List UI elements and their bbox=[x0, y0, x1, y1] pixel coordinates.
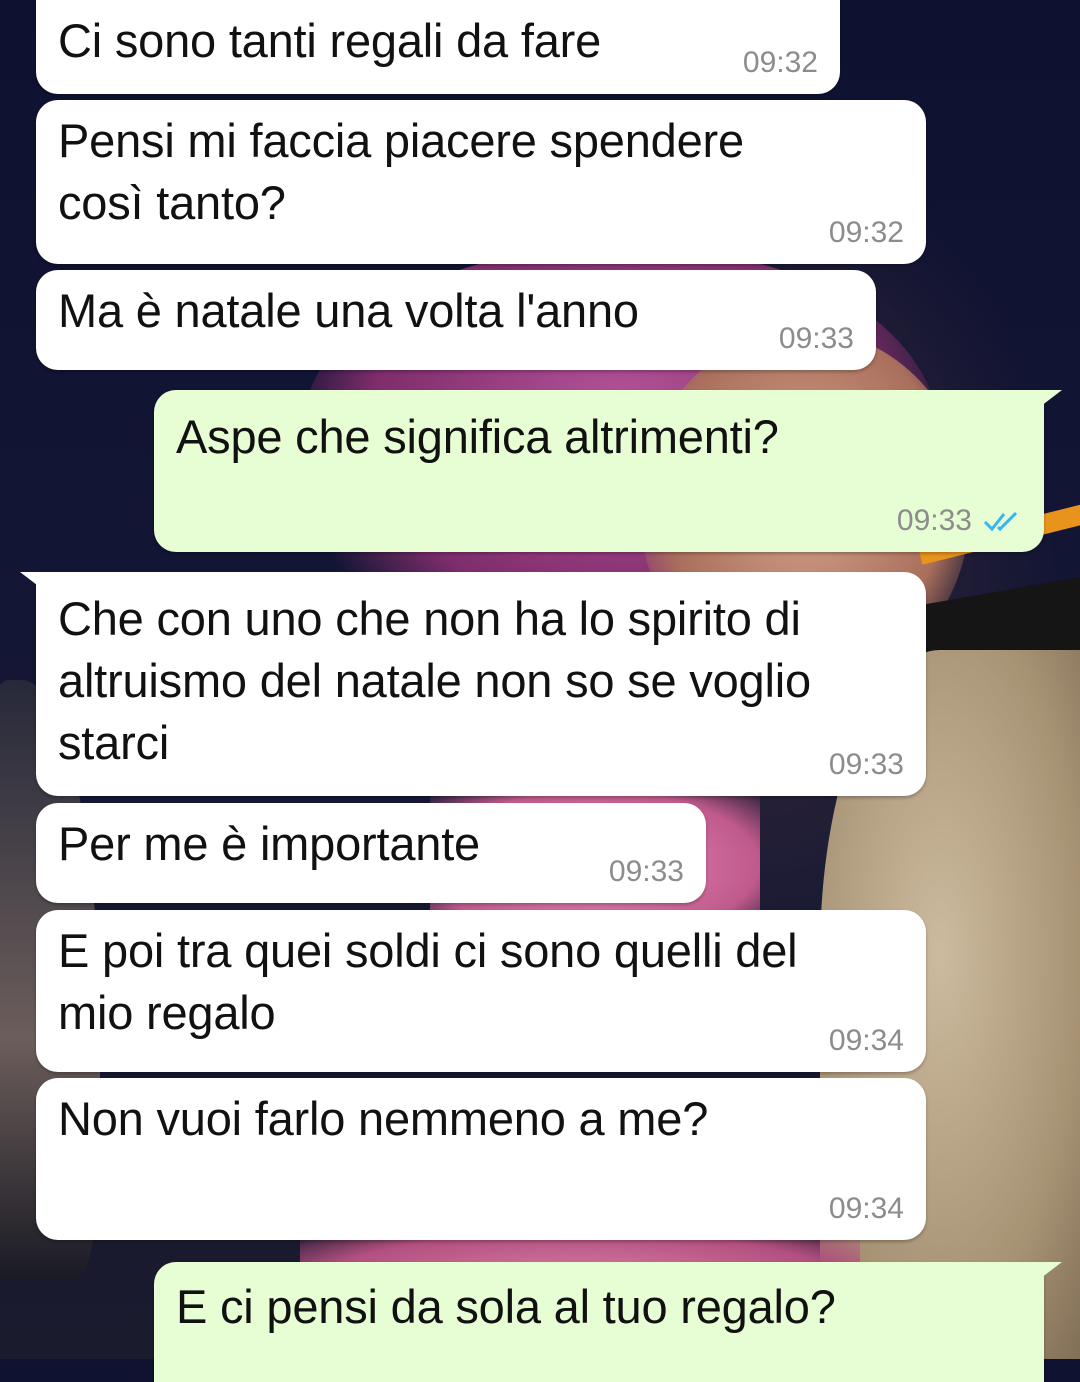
message-meta: 09:34 bbox=[829, 1024, 904, 1058]
bubble-tail bbox=[1028, 1262, 1062, 1288]
message-text: Non vuoi farlo nemmeno a me? bbox=[58, 1092, 709, 1145]
message-time: 09:32 bbox=[828, 216, 904, 249]
message-text: Ma è natale una volta l'anno bbox=[58, 284, 639, 337]
message-time: 09:34 bbox=[828, 1192, 904, 1225]
message-meta: 09:32 bbox=[743, 46, 818, 80]
message-bubble-incoming[interactable]: Ci sono tanti regali da fare 09:32 bbox=[36, 0, 840, 94]
message-meta: 09:34 bbox=[829, 1192, 904, 1226]
message-time: 09:33 bbox=[828, 748, 904, 781]
message-list[interactable]: Ci sono tanti regali da fare 09:32 Pensi… bbox=[0, 0, 1080, 1382]
bubble-tail bbox=[20, 572, 54, 598]
bubble-tail bbox=[1028, 390, 1062, 416]
message-text: Aspe che significa altrimenti? bbox=[176, 410, 779, 463]
message-bubble-incoming[interactable]: Ma è natale una volta l'anno 09:33 bbox=[36, 270, 876, 370]
message-meta: 09:33 bbox=[779, 322, 854, 356]
message-meta: 09:33 bbox=[897, 504, 1022, 538]
message-text: Per me è importante bbox=[58, 817, 480, 870]
message-time: 09:33 bbox=[778, 322, 854, 355]
message-bubble-outgoing[interactable]: Aspe che significa altrimenti? 09:33 bbox=[154, 390, 1062, 552]
message-text: Che con uno che non ha lo spirito di alt… bbox=[58, 592, 811, 769]
message-time: 09:34 bbox=[828, 1024, 904, 1057]
message-meta: 09:32 bbox=[829, 216, 904, 250]
message-meta: 09:33 bbox=[609, 855, 684, 889]
message-bubble-incoming[interactable]: E poi tra quei soldi ci sono quelli del … bbox=[36, 910, 926, 1072]
message-text: Pensi mi faccia piacere spendere così ta… bbox=[58, 114, 744, 229]
message-bubble-outgoing[interactable]: E ci pensi da sola al tuo regalo? bbox=[154, 1262, 1062, 1382]
message-bubble-incoming[interactable]: Che con uno che non ha lo spirito di alt… bbox=[20, 572, 926, 796]
message-text: Ci sono tanti regali da fare bbox=[58, 14, 602, 67]
message-bubble-incoming[interactable]: Per me è importante 09:33 bbox=[36, 803, 706, 903]
message-text: E ci pensi da sola al tuo regalo? bbox=[176, 1280, 836, 1333]
message-meta: 09:33 bbox=[829, 748, 904, 782]
double-check-icon bbox=[983, 511, 1018, 532]
message-text: E poi tra quei soldi ci sono quelli del … bbox=[58, 924, 798, 1039]
message-time: 09:33 bbox=[608, 855, 684, 888]
message-bubble-incoming[interactable]: Pensi mi faccia piacere spendere così ta… bbox=[36, 100, 926, 264]
message-time: 09:32 bbox=[742, 46, 818, 79]
message-time: 09:33 bbox=[896, 504, 972, 537]
message-bubble-incoming[interactable]: Non vuoi farlo nemmeno a me? 09:34 bbox=[36, 1078, 926, 1240]
